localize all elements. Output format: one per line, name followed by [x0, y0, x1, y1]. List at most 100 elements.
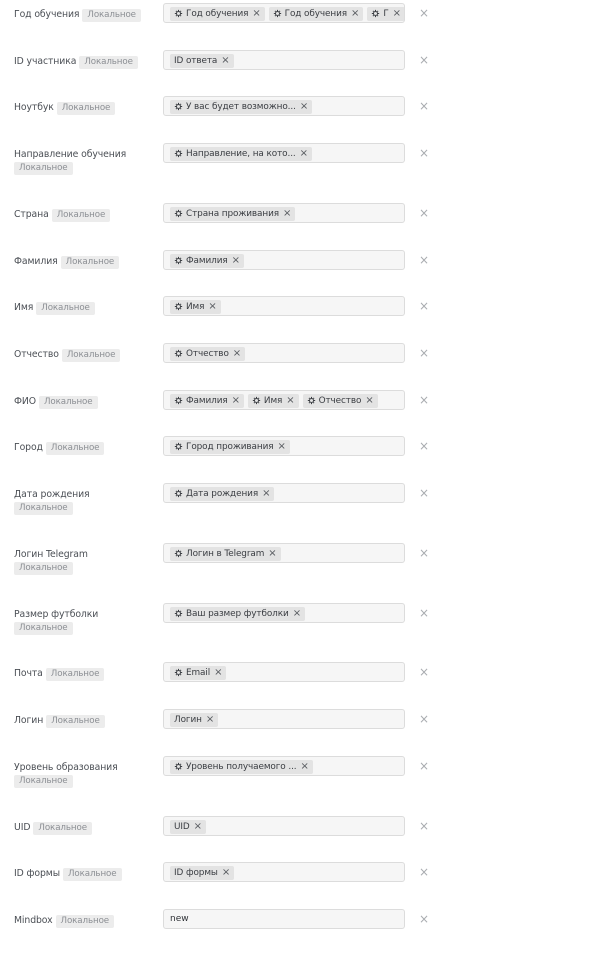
chip-remove-icon[interactable]: × [300, 100, 308, 114]
local-badge: Локальное [38, 396, 98, 409]
remove-row-icon[interactable]: × [418, 913, 430, 925]
local-badge: Локальное [62, 868, 122, 881]
chip-remove-icon[interactable]: × [268, 547, 276, 561]
field-name: Страна [14, 209, 49, 220]
gear-icon [174, 349, 183, 362]
chip-remove-icon[interactable]: × [283, 207, 291, 221]
chip-remove-icon[interactable]: × [393, 7, 401, 21]
remove-row-icon[interactable]: × [418, 440, 430, 452]
chip-remove-icon[interactable]: × [286, 394, 294, 408]
mapping-input[interactable]: Email × [163, 662, 405, 682]
local-badge: Локальное [45, 668, 105, 681]
chip-remove-icon[interactable]: × [300, 147, 308, 161]
mapping-input[interactable]: ID формы × [163, 862, 405, 882]
chip-remove-icon[interactable]: × [293, 607, 301, 621]
local-badge: Локальное [60, 256, 120, 269]
field-label: Страна Локальное [14, 208, 154, 222]
chip-label: Отчество [318, 396, 362, 406]
field-name: Mindbox [14, 915, 53, 926]
chip-list: Логин в Telegram × [164, 544, 404, 562]
chip-remove-icon[interactable]: × [221, 54, 229, 68]
chip-remove-icon[interactable]: × [262, 487, 270, 501]
chip-list: Фамилия × Имя × Отчество × [164, 391, 404, 409]
mapping-input[interactable]: UID × [163, 816, 405, 836]
local-badge: Локальное [36, 302, 95, 315]
mapping-input[interactable]: new [163, 909, 405, 929]
remove-row-icon[interactable]: × [418, 207, 430, 219]
local-badge: Локальное [33, 822, 92, 835]
remove-row-icon[interactable]: × [418, 713, 430, 725]
remove-row-icon[interactable]: × [418, 760, 430, 772]
chip-remove-icon[interactable]: × [232, 394, 240, 408]
mapping-input[interactable]: Ваш размер футболки × [163, 603, 405, 623]
remove-row-icon[interactable]: × [418, 300, 430, 312]
mapping-input[interactable]: Логин × [163, 709, 405, 729]
gear-icon [174, 9, 183, 22]
mapping-chip: Г × [367, 7, 404, 21]
field-label: ID формы Локальное [14, 867, 154, 881]
remove-row-icon[interactable]: × [418, 54, 430, 66]
mapping-input[interactable]: Дата рождения × [163, 483, 405, 503]
remove-row-icon[interactable]: × [418, 394, 430, 406]
mapping-chip: Логин × [170, 713, 219, 727]
mapping-input[interactable]: Отчество × [163, 343, 405, 363]
remove-row-icon[interactable]: × [418, 666, 430, 678]
chip-remove-icon[interactable]: × [233, 347, 241, 361]
local-badge: Локальное [45, 442, 105, 455]
remove-row-icon[interactable]: × [418, 487, 430, 499]
mapping-input[interactable]: Фамилия × Имя × Отчество × [163, 390, 405, 410]
remove-row-icon[interactable]: × [418, 7, 430, 19]
remove-row-icon[interactable]: × [418, 100, 430, 112]
chip-remove-icon[interactable]: × [351, 7, 359, 21]
remove-row-icon[interactable]: × [418, 820, 430, 832]
remove-row-icon[interactable]: × [418, 547, 430, 559]
chip-remove-icon[interactable]: × [252, 7, 260, 21]
chip-remove-icon[interactable]: × [301, 760, 309, 774]
gear-icon [174, 442, 183, 455]
chip-label: Направление, на кото... [186, 149, 296, 159]
chip-label: У вас будет возможно... [186, 102, 296, 112]
chip-remove-icon[interactable]: × [194, 820, 202, 834]
mapping-input[interactable]: У вас будет возможно... × [163, 96, 405, 116]
field-label: Логин Telegram Локальное [14, 548, 154, 575]
chip-remove-icon[interactable]: × [206, 713, 214, 727]
chip-remove-icon[interactable]: × [277, 440, 285, 454]
local-badge: Локальное [14, 622, 73, 635]
chip-label: Отчество [186, 349, 229, 359]
mapping-input[interactable]: Город проживания × [163, 436, 405, 456]
mapping-chip: ID ответа × [170, 54, 234, 68]
mapping-chip: Направление, на кото... × [170, 147, 312, 161]
mapping-input[interactable]: Страна проживания × [163, 203, 405, 223]
chip-remove-icon[interactable]: × [222, 866, 230, 880]
mapping-input[interactable]: Логин в Telegram × [163, 543, 405, 563]
remove-row-icon[interactable]: × [418, 347, 430, 359]
remove-row-icon[interactable]: × [418, 254, 430, 266]
chip-label: Имя [263, 396, 283, 406]
field-name: Уровень образования [14, 762, 118, 773]
chip-remove-icon[interactable]: × [365, 394, 373, 408]
mapping-input[interactable]: Уровень получаемого ... × [163, 756, 405, 776]
remove-row-icon[interactable]: × [418, 607, 430, 619]
local-badge: Локальное [56, 102, 116, 115]
gear-icon [174, 396, 183, 409]
remove-row-icon[interactable]: × [418, 147, 430, 159]
gear-icon [174, 302, 183, 315]
mapping-input[interactable]: Фамилия × [163, 250, 405, 270]
local-badge: Локальное [61, 349, 121, 362]
chip-remove-icon[interactable]: × [214, 666, 222, 680]
chip-list: Уровень получаемого ... × [164, 757, 404, 775]
chip-remove-icon[interactable]: × [232, 254, 240, 268]
remove-row-icon[interactable]: × [418, 866, 430, 878]
mapping-chip: Уровень получаемого ... × [170, 760, 313, 774]
field-label: Направление обучения Локальное [14, 148, 154, 175]
chip-list: Год обучения × Год обучения × Г × [164, 4, 404, 22]
mapping-input[interactable]: ID ответа × [163, 50, 405, 70]
field-name: Направление обучения [14, 149, 127, 160]
mapping-input[interactable]: Имя × [163, 296, 405, 316]
mapping-input[interactable]: Год обучения × Год обучения × Г × [163, 3, 405, 23]
field-label: Уровень образования Локальное [14, 761, 154, 788]
chip-label: Г [383, 9, 389, 19]
gear-icon [174, 149, 183, 162]
chip-remove-icon[interactable]: × [208, 300, 216, 314]
mapping-input[interactable]: Направление, на кото... × [163, 143, 405, 163]
